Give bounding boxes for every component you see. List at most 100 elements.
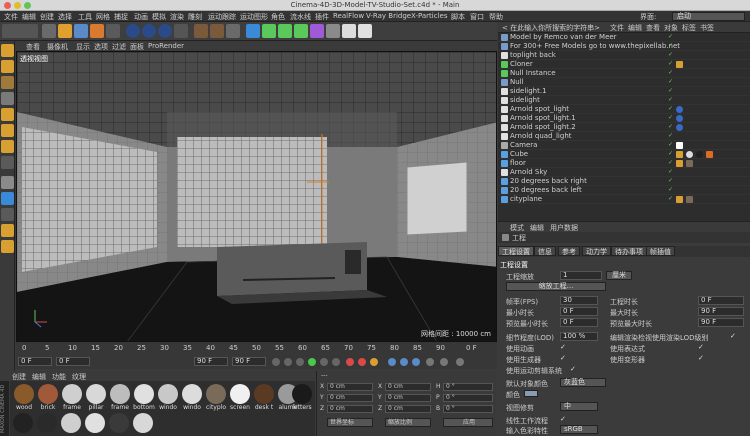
menu-file[interactable]: 文件 bbox=[4, 12, 18, 22]
coordinate-system-icon[interactable] bbox=[174, 24, 188, 38]
phong-tag-icon[interactable] bbox=[706, 151, 713, 158]
snap-icon[interactable] bbox=[1, 176, 14, 189]
pla-key-icon[interactable] bbox=[440, 358, 448, 366]
timeline-ruler[interactable]: 0 5 10 15 20 25 30 35 40 45 50 55 60 65 … bbox=[20, 344, 460, 354]
menu-window[interactable]: 窗口 bbox=[470, 12, 484, 22]
use-expressions-checkbox[interactable]: ✓ bbox=[698, 344, 705, 351]
visibility-check-icon[interactable]: ✓ bbox=[668, 187, 674, 193]
pos-y-field[interactable]: 0 cm bbox=[327, 394, 373, 402]
visibility-check-icon[interactable]: ✓ bbox=[668, 70, 674, 76]
edges-mode-icon[interactable] bbox=[1, 124, 14, 137]
move-icon[interactable] bbox=[58, 24, 72, 38]
subdivision-surface-icon[interactable] bbox=[278, 24, 292, 38]
render-lod-checkbox[interactable]: ✓ bbox=[730, 333, 737, 340]
menu-vray-bridge[interactable]: V-Ray Bridge bbox=[366, 12, 411, 20]
coordinate-mode-select[interactable]: 世界坐标 bbox=[327, 418, 373, 427]
light-tag-icon[interactable] bbox=[676, 106, 683, 113]
play-icon[interactable] bbox=[308, 358, 316, 366]
material-tag-icon[interactable] bbox=[696, 151, 703, 158]
light-tag-icon[interactable] bbox=[676, 124, 683, 131]
scale-mode-select[interactable]: 缩放比例 bbox=[385, 418, 431, 427]
linear-workflow-checkbox[interactable]: ✓ bbox=[560, 416, 567, 423]
obj-menu-file[interactable]: 文件 bbox=[610, 23, 624, 33]
size-x-field[interactable]: 0 cm bbox=[385, 383, 431, 391]
vp-menu-prorender[interactable]: ProRender bbox=[148, 42, 184, 50]
project-scale-field[interactable]: 1 bbox=[560, 271, 602, 280]
view-clipping-select[interactable]: 中 bbox=[560, 402, 598, 411]
use-animation-checkbox[interactable]: ✓ bbox=[560, 344, 567, 351]
tab-project-settings[interactable]: 工程设置 bbox=[498, 246, 534, 256]
start-frame-field[interactable]: 0 F bbox=[18, 357, 52, 366]
object-row[interactable]: sidelight.1 ✓ bbox=[498, 87, 750, 96]
render-picture-viewer-icon[interactable] bbox=[210, 24, 224, 38]
visibility-check-icon[interactable]: ✓ bbox=[668, 133, 674, 139]
visibility-check-icon[interactable]: ✓ bbox=[668, 169, 674, 175]
menu-help[interactable]: 帮助 bbox=[489, 12, 503, 22]
spline-pen-icon[interactable] bbox=[262, 24, 276, 38]
render-settings-icon[interactable] bbox=[226, 24, 240, 38]
step-forward-icon[interactable] bbox=[320, 358, 328, 366]
rot-p-field[interactable]: 0 ° bbox=[443, 394, 493, 402]
visibility-check-icon[interactable]: ✓ bbox=[668, 79, 674, 85]
material-tag-icon[interactable] bbox=[686, 160, 693, 167]
tag-icon[interactable] bbox=[676, 196, 683, 203]
material-item[interactable]: wood bbox=[13, 384, 35, 411]
lock-workplane-icon[interactable] bbox=[1, 208, 14, 221]
material-swatch[interactable] bbox=[37, 413, 57, 433]
menu-plugins[interactable]: 插件 bbox=[315, 12, 329, 22]
workplane-icon[interactable] bbox=[1, 92, 14, 105]
use-motion-system-checkbox[interactable]: ✓ bbox=[570, 366, 577, 373]
object-row[interactable]: cityplane ✓ bbox=[498, 195, 750, 204]
menu-mesh[interactable]: 网格 bbox=[96, 12, 110, 22]
size-y-field[interactable]: 0 cm bbox=[385, 394, 431, 402]
obj-menu-view[interactable]: 查看 bbox=[646, 23, 660, 33]
object-search-field[interactable]: < 在此输入你所搜索的字符串> bbox=[502, 23, 600, 33]
axis-mode-icon[interactable] bbox=[1, 156, 14, 169]
preview-max-field[interactable]: 90 F bbox=[698, 318, 744, 327]
tag-icon[interactable] bbox=[676, 160, 683, 167]
recent-tools-icon[interactable] bbox=[106, 24, 120, 38]
viewport-perspective[interactable]: 透视视图 网格间距 : 10000 cm bbox=[16, 51, 497, 342]
cube-icon[interactable] bbox=[246, 24, 260, 38]
material-item[interactable]: frame bbox=[61, 384, 83, 411]
light-icon[interactable] bbox=[358, 24, 372, 38]
material-tag-icon[interactable] bbox=[686, 151, 693, 158]
visibility-check-icon[interactable]: ✓ bbox=[668, 196, 674, 202]
tab-info[interactable]: 信息 bbox=[534, 246, 556, 256]
obj-menu-edit[interactable]: 编辑 bbox=[628, 23, 642, 33]
position-key-icon[interactable] bbox=[388, 358, 396, 366]
object-row[interactable]: Cloner ✓ bbox=[498, 60, 750, 69]
object-row[interactable]: Null ✓ bbox=[498, 78, 750, 87]
project-length-field[interactable]: 0 F bbox=[698, 296, 744, 305]
menu-render[interactable]: 渲染 bbox=[170, 12, 184, 22]
obj-menu-tags[interactable]: 标签 bbox=[682, 23, 696, 33]
object-row[interactable]: Arnold spot_light ✓ bbox=[498, 105, 750, 114]
default-object-color-select[interactable]: 灰蓝色 bbox=[560, 378, 606, 387]
layout-select[interactable]: 启动 bbox=[672, 12, 745, 21]
object-row[interactable]: floor ✓ bbox=[498, 159, 750, 168]
visibility-check-icon[interactable]: ✓ bbox=[668, 106, 674, 112]
material-item[interactable]: bottom bbox=[133, 384, 155, 411]
menu-pipeline[interactable]: 流水线 bbox=[290, 12, 311, 22]
autokey-icon[interactable] bbox=[358, 358, 366, 366]
menu-animate[interactable]: 动画 bbox=[134, 12, 148, 22]
points-mode-icon[interactable] bbox=[1, 108, 14, 121]
grid-icon[interactable] bbox=[1, 240, 14, 253]
object-row[interactable]: Arnold quad_light ✓ bbox=[498, 132, 750, 141]
texture-mode-icon[interactable] bbox=[1, 76, 14, 89]
go-to-start-icon[interactable] bbox=[272, 358, 280, 366]
lod-field[interactable]: 100 % bbox=[560, 332, 598, 341]
live-selection-icon[interactable] bbox=[42, 24, 56, 38]
material-tag-icon[interactable] bbox=[686, 196, 693, 203]
scale-key-icon[interactable] bbox=[400, 358, 408, 366]
object-row[interactable]: Model by Remco van der Meer ✓ bbox=[498, 33, 750, 42]
menu-realflow[interactable]: RealFlow bbox=[333, 12, 364, 20]
array-icon[interactable] bbox=[294, 24, 308, 38]
material-item[interactable]: letters bbox=[291, 384, 313, 411]
menu-sculpt[interactable]: 雕刻 bbox=[188, 12, 202, 22]
obj-menu-object[interactable]: 对象 bbox=[664, 23, 678, 33]
object-row[interactable]: 20 degrees back left ✓ bbox=[498, 186, 750, 195]
visibility-check-icon[interactable]: ✓ bbox=[668, 97, 674, 103]
menu-mograph[interactable]: 运动图形 bbox=[240, 12, 268, 22]
color-swatch[interactable] bbox=[524, 390, 538, 397]
